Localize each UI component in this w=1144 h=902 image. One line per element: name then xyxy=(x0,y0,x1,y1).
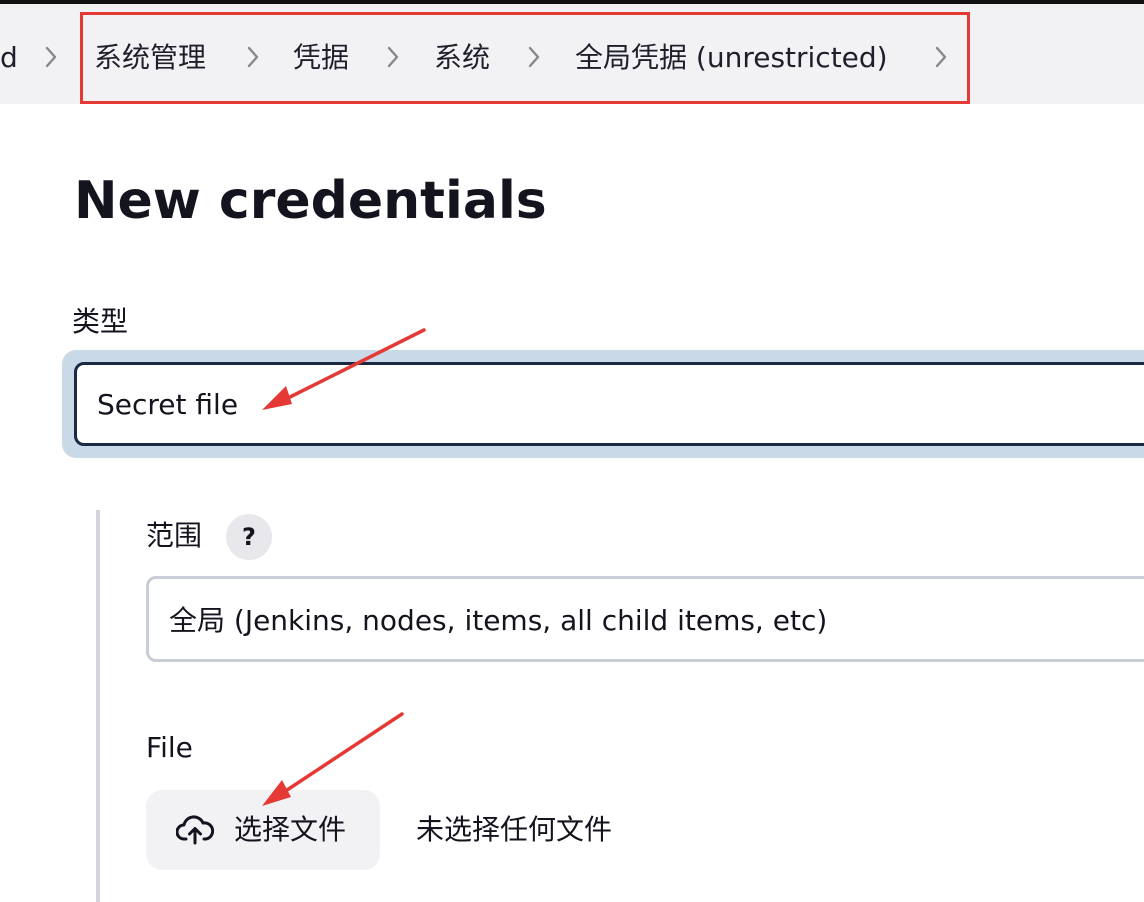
file-status-text: 未选择任何文件 xyxy=(416,813,613,846)
help-icon[interactable]: ? xyxy=(226,514,272,560)
choose-file-button[interactable]: 选择文件 xyxy=(146,790,380,870)
type-select-value: Secret file xyxy=(97,388,239,421)
scope-select-value: 全局 (Jenkins, nodes, items, all child ite… xyxy=(169,604,828,637)
section-divider xyxy=(96,510,100,902)
breadcrumb-item-dashboard[interactable]: d xyxy=(0,40,18,76)
scope-label: 范围 xyxy=(146,519,203,552)
chevron-right-icon xyxy=(44,46,58,68)
scope-select[interactable]: 全局 (Jenkins, nodes, items, all child ite… xyxy=(146,576,1144,662)
type-select[interactable]: Secret file xyxy=(74,362,1144,446)
file-label: File xyxy=(146,731,193,764)
type-label: 类型 xyxy=(72,305,129,338)
page: d 系统管理 凭据 系统 全局凭据 (unrestricted) New cre… xyxy=(0,0,1144,902)
help-button-glyph: ? xyxy=(242,523,256,551)
cloud-upload-icon xyxy=(176,815,214,845)
page-title: New credentials xyxy=(74,171,547,231)
breadcrumb: d 系统管理 凭据 系统 全局凭据 (unrestricted) xyxy=(0,4,1144,104)
choose-file-button-label: 选择文件 xyxy=(234,813,347,846)
annotation-highlight-box xyxy=(80,12,970,104)
